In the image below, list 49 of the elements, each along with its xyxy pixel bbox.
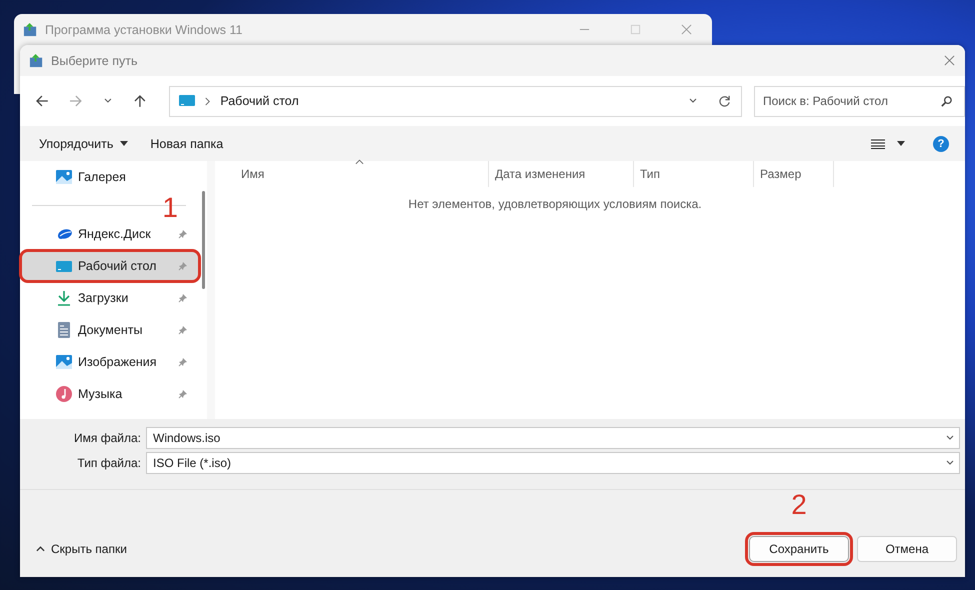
view-list-icon[interactable] [871,138,885,148]
organize-menu-button[interactable]: Упорядочить [28,132,140,154]
close-icon[interactable] [681,24,692,35]
installer-icon [29,53,44,68]
hide-folders-button[interactable]: Скрыть папки [30,540,133,556]
sidebar-item[interactable]: Изображения [22,348,198,376]
dialog-title: Выберите путь [51,54,138,68]
new-folder-button[interactable]: Новая папка [139,132,234,154]
desktop-icon [179,95,196,107]
help-button[interactable]: ? [933,136,949,152]
scrollbar[interactable] [202,191,205,289]
chevron-right-icon [204,96,212,106]
field-label: Имя файла: [73,431,142,445]
sidebar-item[interactable]: Музыка [22,380,198,408]
column-header[interactable]: Имя [215,161,489,187]
caret-icon[interactable] [897,141,905,146]
dropdown-field[interactable]: Windows.iso [146,427,960,449]
callout-number: 2 [790,490,808,520]
picture-icon [56,354,72,370]
installer-icon [23,22,38,37]
sidebar-item[interactable]: Яндекс.Диск [22,220,198,248]
back-arrow-icon[interactable] [35,94,49,108]
sidebar-item[interactable]: Рабочий стол [22,252,198,280]
picture-icon [56,169,72,185]
empty-message: Нет элементов, удовлетворяющих условиям поиска. [407,197,703,211]
desktop-icon [56,258,72,274]
refresh-icon[interactable] [718,94,731,108]
callout-number: 1 [162,197,178,219]
dialog-button[interactable]: Отмена [857,536,957,562]
search-field[interactable]: Поиск в: Рабочий стол [754,86,965,116]
address-bar[interactable]: Рабочий стол [169,86,742,116]
search-icon [940,94,953,108]
sidebar-item[interactable]: Галерея [22,163,198,191]
download-icon [56,290,72,306]
music-icon [56,386,72,402]
chevron-up-icon [36,546,45,552]
dropdown-field[interactable]: ISO File (*.iso) [146,452,960,474]
close-icon[interactable] [944,55,955,66]
sidebar-item[interactable]: Загрузки [22,284,198,312]
field-label: Тип файла: [76,456,142,470]
column-header[interactable]: Размер [754,161,834,187]
sidebar-item[interactable]: Документы [22,316,198,344]
column-header[interactable]: Тип [634,161,754,187]
path-text: Рабочий стол [220,94,299,108]
up-arrow-icon[interactable] [132,94,146,108]
document-icon [56,322,72,338]
window-title: Программа установки Windows 11 [45,22,242,36]
column-header[interactable]: Дата изменения [489,161,634,187]
caret-icon [120,141,128,146]
